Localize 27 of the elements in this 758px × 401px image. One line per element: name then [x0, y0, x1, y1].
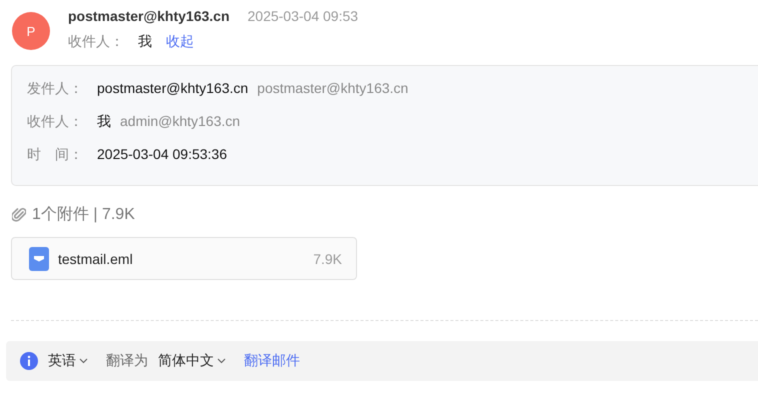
- detail-label: 收件人：: [27, 113, 84, 131]
- detail-address: admin@khty163.cn: [120, 113, 240, 129]
- chevron-down-icon: [79, 358, 88, 364]
- collapse-link[interactable]: 收起: [166, 33, 194, 51]
- info-icon: [20, 352, 38, 370]
- recipients-label: 收件人：: [68, 33, 124, 51]
- translate-link[interactable]: 翻译邮件: [244, 352, 300, 370]
- source-language-dropdown[interactable]: 英语: [48, 352, 88, 370]
- sender-name: postmaster@khty163.cn: [68, 8, 230, 24]
- detail-address: postmaster@khty163.cn: [257, 80, 408, 96]
- file-size: 7.9K: [313, 250, 342, 266]
- recipient-name: 我: [138, 33, 152, 51]
- paperclip-icon: [12, 206, 26, 223]
- sent-time: 2025-03-04 09:53: [248, 8, 358, 24]
- translate-to-label: 翻译为: [106, 352, 148, 370]
- email-file-icon: [29, 246, 49, 270]
- detail-value: 我: [97, 113, 111, 131]
- detail-value: 2025-03-04 09:53:36: [97, 146, 227, 162]
- detail-value: postmaster@khty163.cn: [97, 80, 248, 96]
- detail-label: 发件人：: [27, 80, 84, 98]
- chevron-down-icon: [217, 358, 226, 364]
- attachment-summary: 1个附件 | 7.9K: [32, 205, 135, 225]
- attachment-card[interactable]: testmail.eml 7.9K: [11, 237, 357, 280]
- target-language-dropdown[interactable]: 简体中文: [158, 352, 226, 370]
- file-name: testmail.eml: [58, 250, 134, 266]
- avatar: P: [12, 12, 50, 50]
- detail-label: 时 间：: [27, 146, 84, 164]
